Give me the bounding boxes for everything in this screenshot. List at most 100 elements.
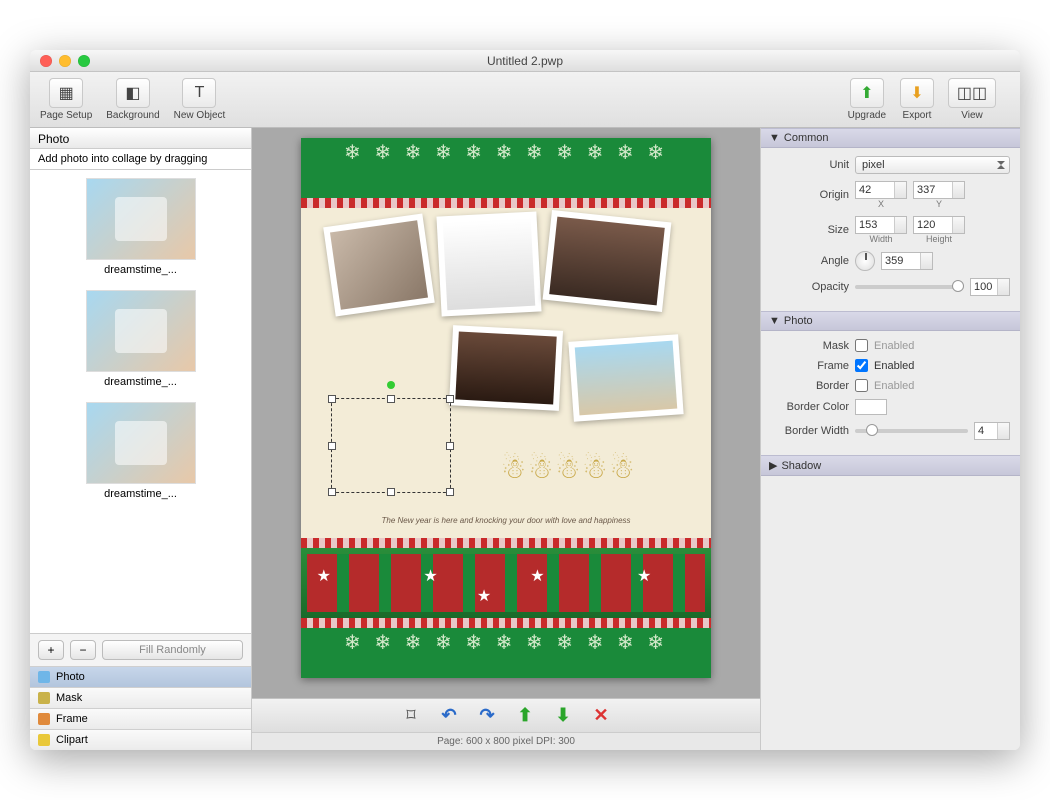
resize-handle[interactable] — [387, 488, 395, 496]
collage-photo[interactable] — [568, 334, 683, 421]
opacity-slider[interactable] — [855, 285, 964, 289]
export-button[interactable]: ⬇Export — [900, 78, 934, 121]
resize-handle[interactable] — [387, 395, 395, 403]
resize-handle[interactable] — [328, 395, 336, 403]
size-label: Size — [771, 224, 849, 236]
collage-photo[interactable] — [323, 213, 435, 316]
resize-handle[interactable] — [328, 442, 336, 450]
snowflake-banner-top — [301, 138, 711, 198]
origin-label: Origin — [771, 189, 849, 201]
frame-tab-icon — [38, 713, 50, 725]
inspector-panel: ▼Common Unitpixel Origin 42X 337Y Size 1… — [760, 128, 1020, 750]
canvas-area: ☃☃☃☃☃ The New year is here and knocking … — [252, 128, 760, 750]
fill-randomly-button[interactable]: Fill Randomly — [102, 640, 243, 660]
rotate-handle[interactable] — [387, 381, 395, 389]
snowflake-banner-bottom — [301, 628, 711, 678]
tab-mask[interactable]: Mask — [30, 687, 251, 708]
stepper-icon[interactable] — [894, 217, 906, 233]
border-width-slider[interactable] — [855, 429, 968, 433]
background-icon: ◧ — [116, 78, 150, 108]
snowmen-clipart[interactable]: ☃☃☃☃☃ — [501, 452, 637, 485]
tab-frame[interactable]: Frame — [30, 708, 251, 729]
stepper-icon[interactable] — [952, 217, 964, 233]
selection-box[interactable] — [331, 398, 451, 493]
window-title: Untitled 2.pwp — [30, 54, 1020, 68]
app-window: Untitled 2.pwp ▦Page Setup ◧Background T… — [30, 50, 1020, 750]
photo-section: MaskEnabled FrameEnabled BorderEnabled B… — [761, 331, 1020, 455]
undo-button[interactable]: ↶ — [437, 704, 461, 728]
resize-handle[interactable] — [446, 442, 454, 450]
crop-button[interactable]: ⌑ — [399, 704, 423, 728]
list-item[interactable]: dreamstime_... — [38, 290, 243, 388]
collage-photo[interactable] — [436, 211, 541, 316]
common-section-header[interactable]: ▼Common — [761, 128, 1020, 148]
page-setup-button[interactable]: ▦Page Setup — [40, 78, 92, 121]
send-backward-button[interactable]: ⬇ — [551, 704, 575, 728]
frame-label: Frame — [771, 360, 849, 372]
border-label: Border — [771, 380, 849, 392]
border-color-label: Border Color — [771, 401, 849, 413]
opacity-field[interactable]: 100 — [970, 278, 1010, 296]
mask-label: Mask — [771, 340, 849, 352]
height-field[interactable]: 120 — [913, 216, 965, 234]
remove-button[interactable]: − — [70, 640, 96, 660]
mask-checkbox[interactable] — [855, 339, 868, 352]
stepper-icon[interactable] — [997, 279, 1009, 295]
gifts-banner — [301, 548, 711, 618]
border-width-field[interactable]: 4 — [974, 422, 1010, 440]
list-item[interactable]: dreamstime_... — [38, 178, 243, 276]
stepper-icon[interactable] — [894, 182, 906, 198]
stepper-icon[interactable] — [997, 423, 1009, 439]
tab-photo[interactable]: Photo — [30, 666, 251, 687]
collage-caption[interactable]: The New year is here and knocking your d… — [301, 516, 711, 525]
opacity-label: Opacity — [771, 281, 849, 293]
list-item[interactable]: dreamstime_... — [38, 402, 243, 500]
width-field[interactable]: 153 — [855, 216, 907, 234]
new-object-button[interactable]: TNew Object — [174, 78, 226, 121]
origin-x-field[interactable]: 42 — [855, 181, 907, 199]
stepper-icon[interactable] — [952, 182, 964, 198]
redo-button[interactable]: ↷ — [475, 704, 499, 728]
slider-knob[interactable] — [952, 280, 964, 292]
thumbnail-icon — [86, 178, 196, 260]
slider-knob[interactable] — [866, 424, 878, 436]
add-button[interactable]: + — [38, 640, 64, 660]
resize-handle[interactable] — [446, 488, 454, 496]
collage-photo[interactable] — [543, 210, 672, 312]
angle-dial[interactable] — [855, 251, 875, 271]
resize-handle[interactable] — [328, 488, 336, 496]
thumbnail-icon — [86, 290, 196, 372]
bring-forward-button[interactable]: ⬆ — [513, 704, 537, 728]
clipart-tab-icon — [38, 734, 50, 746]
delete-button[interactable]: ✕ — [589, 704, 613, 728]
upgrade-button[interactable]: ⬆Upgrade — [848, 78, 886, 121]
common-section: Unitpixel Origin 42X 337Y Size 153Width … — [761, 148, 1020, 311]
collage-canvas[interactable]: ☃☃☃☃☃ The New year is here and knocking … — [301, 138, 711, 678]
view-button[interactable]: ◫◫View — [948, 78, 996, 121]
thumbnail-icon — [86, 402, 196, 484]
tab-clipart[interactable]: Clipart — [30, 729, 251, 750]
angle-field[interactable]: 359 — [881, 252, 933, 270]
resize-handle[interactable] — [446, 395, 454, 403]
border-color-swatch[interactable] — [855, 399, 887, 415]
disclosure-icon: ▶ — [769, 459, 777, 472]
unit-select[interactable]: pixel — [855, 156, 1010, 174]
disclosure-icon: ▼ — [769, 315, 780, 327]
collage-photo[interactable] — [449, 325, 563, 411]
photo-tab-icon — [38, 671, 50, 683]
angle-label: Angle — [771, 255, 849, 267]
red-divider — [301, 538, 711, 548]
border-checkbox[interactable] — [855, 379, 868, 392]
shadow-section-header[interactable]: ▶Shadow — [761, 455, 1020, 476]
stepper-icon[interactable] — [920, 253, 932, 269]
status-bar: Page: 600 x 800 pixel DPI: 300 — [252, 732, 760, 750]
unit-label: Unit — [771, 159, 849, 171]
toolbar: ▦Page Setup ◧Background TNew Object ⬆Upg… — [30, 72, 1020, 128]
mask-tab-icon — [38, 692, 50, 704]
frame-checkbox[interactable] — [855, 359, 868, 372]
photo-section-header[interactable]: ▼Photo — [761, 311, 1020, 331]
background-button[interactable]: ◧Background — [106, 78, 159, 121]
origin-y-field[interactable]: 337 — [913, 181, 965, 199]
red-divider — [301, 618, 711, 628]
page-setup-icon: ▦ — [49, 78, 83, 108]
